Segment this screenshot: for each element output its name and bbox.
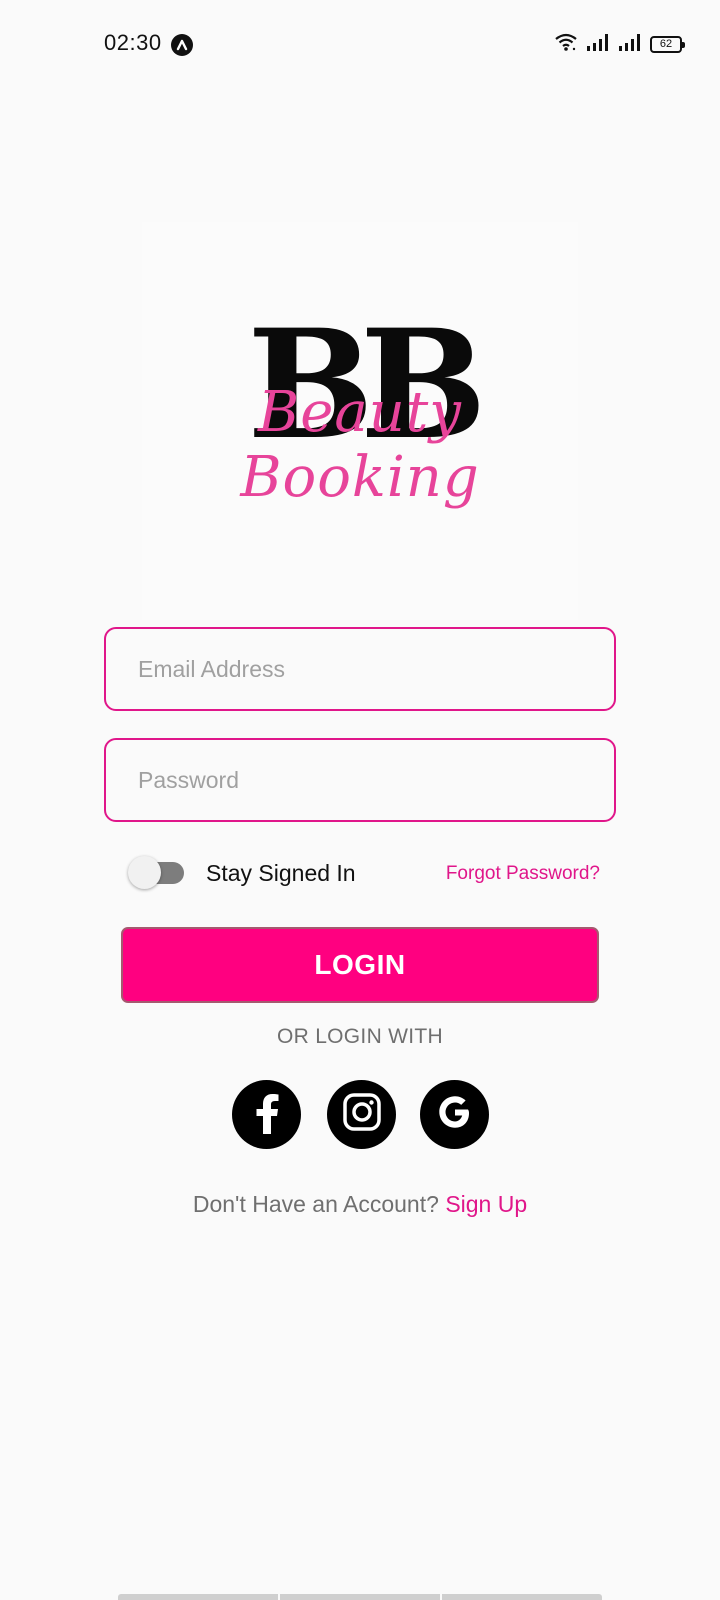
google-icon <box>435 1092 475 1137</box>
status-time: 02:30 <box>104 30 162 55</box>
password-field-container[interactable] <box>104 738 616 822</box>
wifi-icon <box>554 32 578 57</box>
logo-script-text: Beauty Booking <box>240 380 480 510</box>
signal-icon <box>618 32 642 57</box>
email-input[interactable] <box>106 629 614 709</box>
signal-icon <box>586 32 610 57</box>
password-input[interactable] <box>106 740 614 820</box>
google-login-button[interactable] <box>420 1080 489 1149</box>
or-login-with-label: OR LOGIN WITH <box>276 1025 444 1048</box>
status-icons: 62 <box>554 32 685 57</box>
navigation-gesture-bar <box>118 1594 602 1600</box>
facebook-login-button[interactable] <box>232 1080 301 1149</box>
forgot-password-link[interactable]: Forgot Password? <box>446 863 600 885</box>
battery-level: 62 <box>659 38 673 50</box>
instagram-icon <box>342 1092 382 1137</box>
signup-prompt-text: Don't Have an Account? <box>192 1191 439 1217</box>
social-login-row <box>232 1080 492 1150</box>
login-options-row: Stay Signed In Forgot Password? <box>128 856 600 890</box>
stay-signed-in-toggle[interactable] <box>128 856 186 889</box>
status-bar: 02:30 62 <box>0 0 720 90</box>
app-notification-icon <box>171 34 193 56</box>
battery-icon: 62 <box>650 35 685 53</box>
email-field-container[interactable] <box>104 627 616 711</box>
brand-logo: BB Beauty Booking <box>142 222 578 620</box>
facebook-icon <box>250 1090 284 1139</box>
sign-up-link[interactable]: Sign Up <box>445 1191 527 1217</box>
instagram-login-button[interactable] <box>327 1080 396 1149</box>
login-button[interactable]: LOGIN <box>121 927 599 1003</box>
toggle-thumb <box>128 856 161 889</box>
stay-signed-in-label: Stay Signed In <box>206 860 356 886</box>
signup-prompt-row: Don't Have an Account? Sign Up <box>0 1191 720 1218</box>
